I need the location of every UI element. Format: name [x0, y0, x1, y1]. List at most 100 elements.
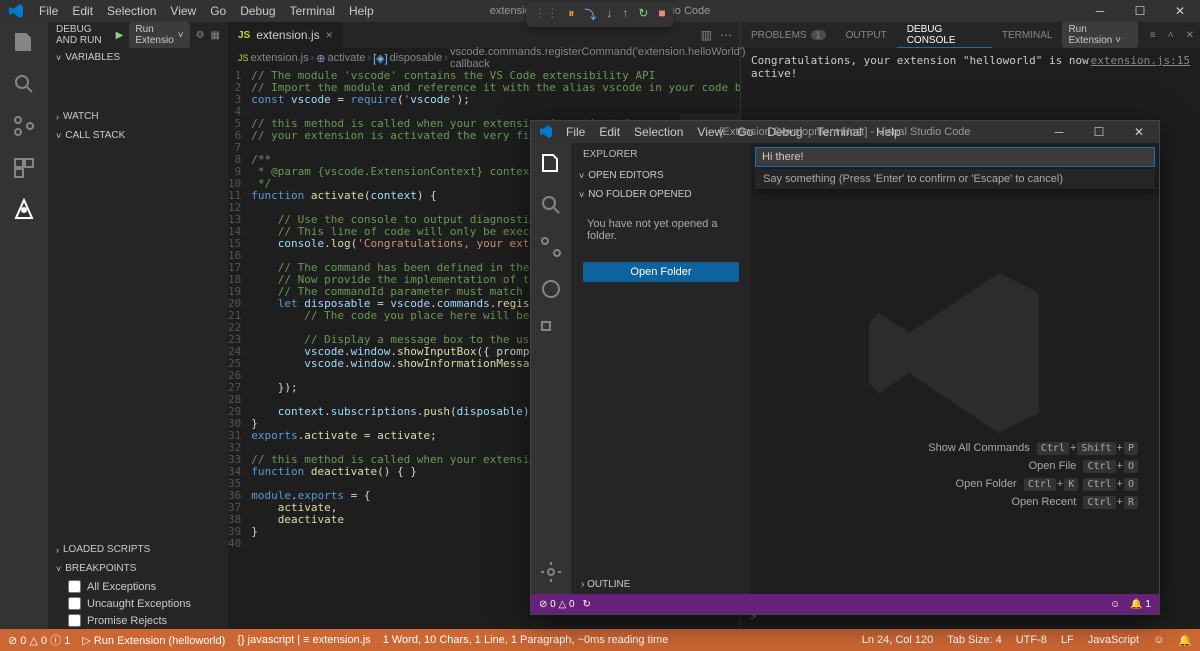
- breadcrumb[interactable]: JS extension.js› ⊕activate› [◈]disposabl…: [228, 48, 740, 68]
- explorer-title: EXPLORER: [571, 143, 751, 166]
- devhost-scm-icon[interactable]: [539, 235, 563, 259]
- menu-file[interactable]: File: [32, 4, 65, 18]
- sidebar-title: DEBUG AND RUN: [56, 24, 110, 46]
- menu-help[interactable]: Help: [342, 4, 381, 18]
- status-feedback-icon[interactable]: ☺: [1153, 634, 1164, 647]
- open-folder-button[interactable]: Open Folder: [583, 262, 739, 282]
- devhost-status-bar: ⊘ 0 △ 0 ↻ ☺ 🔔 1: [531, 594, 1159, 614]
- main-menu: File Edit Selection View Go Debug Termin…: [32, 4, 381, 18]
- devhost-editor-area: Hi there! Say something (Press 'Enter' t…: [751, 143, 1159, 594]
- start-debug-icon[interactable]: ▶: [116, 30, 124, 41]
- debug-console-tab[interactable]: DEBUG CONSOLE: [897, 22, 992, 48]
- status-encoding[interactable]: UTF-8: [1016, 634, 1047, 647]
- breakpoint-checkbox[interactable]: [68, 614, 81, 627]
- debug-toolbar[interactable]: ⋮⋮ ⏸ ⤵ ↓ ↑ ↻ ■: [526, 2, 673, 27]
- step-out-icon[interactable]: ↑: [622, 6, 628, 23]
- step-over-icon[interactable]: ⤵: [584, 6, 596, 23]
- debug-config-dropdown[interactable]: Run Extensio ˅: [129, 22, 189, 48]
- devhost-status-reload[interactable]: ↻: [583, 599, 591, 610]
- terminal-tab[interactable]: TERMINAL: [992, 22, 1063, 48]
- status-language[interactable]: JavaScript: [1088, 634, 1139, 647]
- devhost-status-feedback-icon[interactable]: ☺: [1110, 599, 1120, 610]
- vscode-watermark-icon: [859, 253, 1059, 453]
- debug-icon[interactable]: [12, 198, 36, 222]
- status-bell-icon[interactable]: 🔔: [1178, 634, 1192, 647]
- devhost-menu-edit[interactable]: Edit: [592, 125, 627, 139]
- loaded-scripts-section[interactable]: ›LOADED SCRIPTS: [48, 540, 228, 559]
- problems-tab[interactable]: PROBLEMS1: [741, 22, 836, 48]
- step-into-icon[interactable]: ↓: [606, 6, 612, 23]
- drag-handle-icon[interactable]: ⋮⋮: [534, 6, 558, 23]
- menu-debug[interactable]: Debug: [233, 4, 282, 18]
- status-debug-target[interactable]: ▷ Run Extension (helloworld): [82, 634, 225, 647]
- menu-edit[interactable]: Edit: [65, 4, 100, 18]
- menu-selection[interactable]: Selection: [100, 4, 163, 18]
- devhost-files-icon[interactable]: [539, 151, 563, 175]
- variables-section[interactable]: ˅VARIABLES: [48, 48, 228, 67]
- breakpoint-item[interactable]: Uncaught Exceptions: [48, 595, 228, 612]
- welcome-commands: Show All Commands Ctrl+Shift+P Open File…: [928, 436, 1139, 514]
- breakpoint-checkbox[interactable]: [68, 580, 81, 593]
- debug-session-dropdown[interactable]: Run Extension ˅: [1062, 22, 1137, 48]
- open-editors-section[interactable]: ˅OPEN EDITORS: [571, 166, 751, 185]
- input-box[interactable]: Hi there!: [755, 147, 1155, 167]
- ellipsis-icon[interactable]: ▦: [211, 30, 220, 41]
- devhost-status-bell-icon[interactable]: 🔔 1: [1130, 599, 1151, 610]
- status-errors[interactable]: ⊘ 0 △ 0 ⓘ 1: [8, 632, 70, 648]
- menu-go[interactable]: Go: [203, 4, 233, 18]
- status-eol[interactable]: LF: [1061, 634, 1074, 647]
- search-icon[interactable]: [12, 72, 36, 96]
- no-folder-message: You have not yet opened a folder.: [571, 204, 751, 256]
- maximize-button[interactable]: ☐: [1120, 0, 1160, 22]
- devhost-status-errors[interactable]: ⊘ 0 △ 0: [539, 599, 575, 610]
- split-editor-icon[interactable]: ▥: [701, 28, 712, 42]
- editor-tab[interactable]: JS extension.js ×: [228, 22, 343, 48]
- scm-icon[interactable]: [12, 114, 36, 138]
- no-folder-section[interactable]: ˅NO FOLDER OPENED: [571, 185, 751, 204]
- devhost-settings-icon[interactable]: [539, 560, 563, 584]
- outline-section[interactable]: › OUTLINE: [571, 575, 751, 594]
- breakpoint-item[interactable]: All Exceptions: [48, 578, 228, 595]
- devhost-debug-icon[interactable]: [539, 277, 563, 301]
- js-file-icon: JS: [238, 30, 250, 41]
- restart-icon[interactable]: ↻: [638, 6, 648, 23]
- watch-section[interactable]: ›WATCH: [48, 107, 228, 126]
- tab-close-icon[interactable]: ×: [326, 28, 333, 42]
- extensions-icon[interactable]: [12, 156, 36, 180]
- console-message: Congratulations, your extension "hellowo…: [751, 54, 1091, 80]
- more-actions-icon[interactable]: ⋯: [720, 28, 732, 42]
- devhost-maximize-button[interactable]: ☐: [1079, 121, 1119, 143]
- callstack-section[interactable]: ˅CALL STACK: [48, 126, 228, 145]
- devhost-minimize-button[interactable]: ─: [1039, 121, 1079, 143]
- status-bar: ⊘ 0 △ 0 ⓘ 1 ▷ Run Extension (helloworld)…: [0, 629, 1200, 651]
- menu-terminal[interactable]: Terminal: [283, 4, 342, 18]
- minimize-button[interactable]: ─: [1080, 0, 1120, 22]
- clear-console-icon[interactable]: ≡: [1144, 30, 1162, 41]
- extension-dev-host-window: File Edit Selection View Go Debug Termin…: [530, 120, 1160, 615]
- breakpoints-section[interactable]: ˅BREAKPOINTS: [48, 559, 228, 578]
- stop-icon[interactable]: ■: [658, 6, 665, 23]
- files-icon[interactable]: [12, 30, 36, 54]
- output-tab[interactable]: OUTPUT: [836, 22, 897, 48]
- pause-icon[interactable]: ⏸: [568, 6, 574, 23]
- line-gutter: 1234567891011121314151617181920212223242…: [228, 68, 251, 629]
- input-hint: Say something (Press 'Enter' to confirm …: [755, 169, 1155, 189]
- close-button[interactable]: ✕: [1160, 0, 1200, 22]
- devhost-extensions-icon[interactable]: [539, 319, 563, 343]
- menu-view[interactable]: View: [163, 4, 203, 18]
- status-language-file[interactable]: {} javascript | ≡ extension.js: [237, 634, 370, 646]
- devhost-menu-selection[interactable]: Selection: [627, 125, 690, 139]
- console-source-link[interactable]: extension.js:15: [1091, 54, 1190, 80]
- debug-sidebar: DEBUG AND RUN ▶ Run Extensio ˅ ⚙ ▦ ˅VARI…: [48, 22, 228, 629]
- gear-icon[interactable]: ⚙: [196, 30, 205, 41]
- status-word-count[interactable]: 1 Word, 10 Chars, 1 Line, 1 Paragraph, ~…: [383, 634, 669, 646]
- status-cursor[interactable]: Ln 24, Col 120: [862, 634, 934, 647]
- chevron-up-icon[interactable]: ˄: [1162, 30, 1180, 41]
- status-tabsize[interactable]: Tab Size: 4: [947, 634, 1001, 647]
- devhost-close-button[interactable]: ✕: [1119, 121, 1159, 143]
- breakpoint-checkbox[interactable]: [68, 597, 81, 610]
- devhost-menu-file[interactable]: File: [559, 125, 592, 139]
- breakpoint-item[interactable]: Promise Rejects: [48, 612, 228, 629]
- devhost-search-icon[interactable]: [539, 193, 563, 217]
- panel-close-icon[interactable]: ✕: [1180, 30, 1200, 41]
